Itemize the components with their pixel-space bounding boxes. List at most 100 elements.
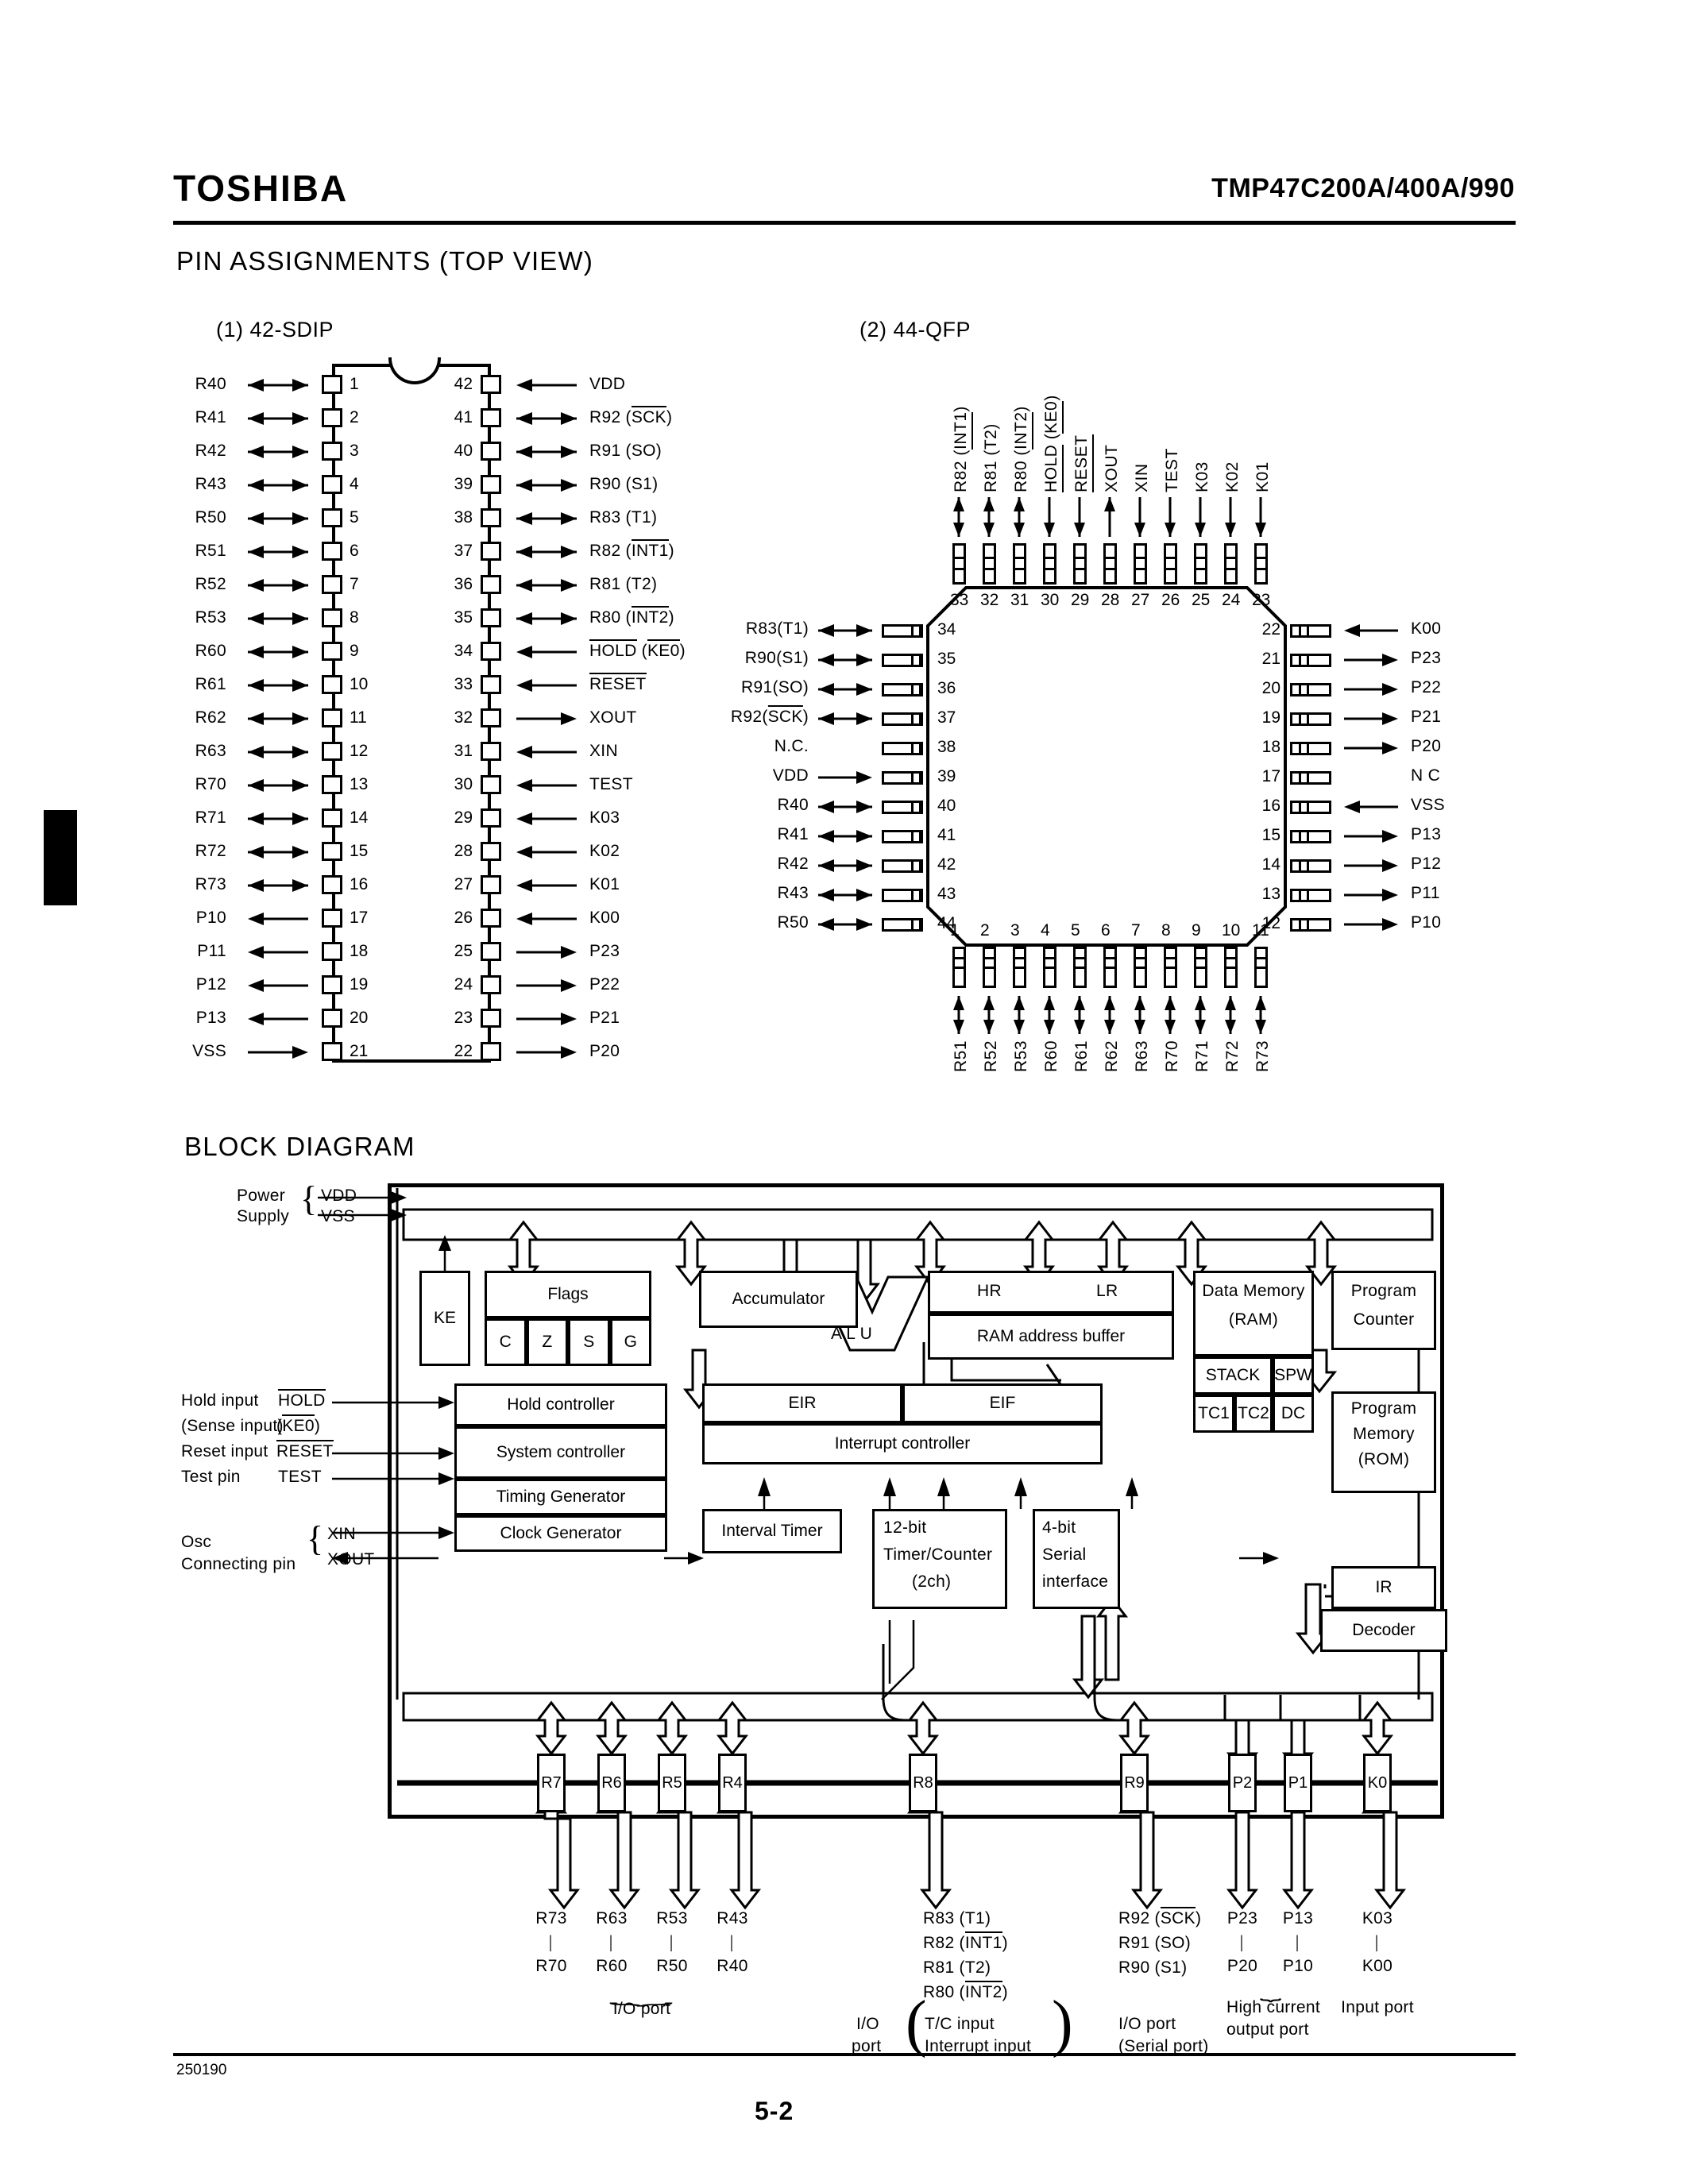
- sdip-pin-number: 35: [454, 608, 473, 627]
- qfp-lead: [882, 771, 923, 785]
- serial-label-3: interface: [1042, 1572, 1109, 1591]
- stack-box: STACK: [1193, 1356, 1273, 1395]
- header-rule: [173, 221, 1516, 225]
- qfp-pin-number: 11: [1252, 921, 1269, 940]
- p-group-tilde: │: [1238, 1935, 1247, 1951]
- sdip-arrow-R61: [246, 678, 310, 696]
- sdip-arrow-30: [515, 778, 578, 797]
- qfp-pin-label: R40: [777, 796, 809, 814]
- port-box-R7: R7: [537, 1754, 566, 1812]
- k-group-tilde: │: [1373, 1935, 1382, 1951]
- qfp-pin-label: K03: [1193, 461, 1211, 492]
- qfp-lead: [882, 712, 923, 726]
- sdip-arrow-R63: [246, 745, 310, 763]
- sdip-arrow-35: [515, 612, 578, 630]
- qfp-lead: [1134, 947, 1147, 988]
- qfp-pin-number: 27: [1131, 591, 1150, 609]
- sdip-arrow-R70: [246, 778, 310, 797]
- qfp-pin-number: 26: [1161, 591, 1180, 609]
- qfp-pin-label: R91(SO): [741, 678, 809, 696]
- qfp-arrow-b2: [982, 994, 996, 1040]
- qfp-pin-number: 35: [937, 650, 956, 668]
- sdip-pin-label: K02: [589, 842, 620, 860]
- tc1-box: TC1: [1193, 1395, 1234, 1433]
- qfp-pin-number: 5: [1071, 921, 1080, 940]
- qfp-arrow-41: [817, 829, 874, 847]
- interval-timer-box: Interval Timer: [702, 1509, 842, 1553]
- port-box-R9: R9: [1120, 1754, 1149, 1812]
- qfp-pin-label: R81 (T2): [982, 423, 1000, 492]
- sdip-lead: [481, 542, 501, 561]
- hr-label: HR: [977, 1282, 1002, 1300]
- qfp-arrow-b9: [1193, 994, 1207, 1040]
- qfp-lead: [1013, 543, 1026, 585]
- sdip-pin-number: 19: [350, 975, 369, 994]
- qfp-pin-label: R90(S1): [744, 649, 809, 667]
- toshiba-logo: TOSHIBA: [173, 168, 349, 209]
- sdip-pin-number: 28: [454, 842, 473, 860]
- qfp-arrow-b4: [1042, 994, 1056, 1040]
- sdip-arrow-R53: [246, 612, 310, 630]
- pin-group-bottom: R50: [656, 1957, 688, 1975]
- part-number-heading: TMP47C200A/400A/990: [1211, 173, 1515, 203]
- program-memory-label-3: (ROM): [1358, 1450, 1410, 1468]
- sdip-pin-label: R50: [195, 508, 226, 527]
- sdip-lead: [322, 909, 342, 928]
- qfp-pin-label: N C: [1411, 766, 1441, 785]
- dc-box: DC: [1273, 1395, 1314, 1433]
- r8-caption-tc: T/C input: [925, 2015, 995, 2033]
- qfp-arrow-39: [817, 770, 874, 789]
- qfp-pin-label: R72: [1223, 1040, 1242, 1073]
- qfp-pin-label: P12: [1411, 855, 1442, 873]
- qfp-arrow-33: [952, 496, 966, 542]
- sdip-lead: [322, 675, 342, 694]
- r8-paren-close: ): [1052, 1989, 1073, 2059]
- sdip-arrow-34: [515, 645, 578, 663]
- sdip-arrow-36: [515, 578, 578, 596]
- sdip-lead: [322, 808, 342, 828]
- vss-label: VSS: [321, 1207, 355, 1225]
- qfp-pin-number: 25: [1192, 591, 1211, 609]
- sdip-pin-number: 41: [454, 408, 473, 426]
- sdip-pin-number: 31: [454, 742, 473, 760]
- sdip-arrow-29: [515, 812, 578, 830]
- sdip-pin-label: R61: [195, 675, 226, 693]
- qfp-arrow-b11: [1253, 994, 1268, 1040]
- qfp-arrow-18: [1342, 741, 1400, 759]
- pin-group-bottom: R40: [717, 1957, 748, 1975]
- qfp-lead: [1043, 947, 1056, 988]
- qfp-pin-label: K02: [1223, 461, 1242, 492]
- sdip-pin-number: 5: [350, 508, 359, 527]
- qfp-pin-label: XOUT: [1103, 444, 1121, 492]
- sdip-arrow-32: [515, 712, 578, 730]
- qfp-lead: [1224, 947, 1238, 988]
- qfp-lead: [1290, 859, 1331, 873]
- qfp-arrow-35: [817, 653, 874, 671]
- qfp-pin-label: RESET: [1072, 434, 1091, 492]
- sdip-pin-label: P12: [195, 975, 226, 994]
- qfp-pin-label: R82 (INT1): [952, 406, 970, 492]
- sdip-pin-label: R92 (SCK): [589, 406, 673, 426]
- sdip-arrow-42: [515, 378, 578, 396]
- flag-bit-C: C: [485, 1318, 527, 1366]
- sdip-pin-number: 20: [350, 1009, 369, 1027]
- sdip-pin-number: 17: [350, 909, 369, 927]
- test-signal-label: TEST: [278, 1468, 322, 1486]
- qfp-pin-label: R51: [952, 1040, 970, 1073]
- qfp-pin-number: 19: [1261, 708, 1280, 727]
- qfp-pin-number: 31: [1010, 591, 1029, 609]
- power-supply-label-2: Supply: [237, 1207, 290, 1225]
- qfp-pin-number: 30: [1041, 591, 1060, 609]
- qfp-pin-label: VDD: [772, 766, 809, 785]
- qfp-pin-label: R83(T1): [745, 619, 809, 638]
- serial-label-1: 4-bit: [1042, 1518, 1076, 1537]
- flag-bit-S: S: [568, 1318, 610, 1366]
- sdip-arrow-P12: [246, 978, 310, 997]
- qfp-lead: [1103, 543, 1117, 585]
- timer-counter-label-3: (2ch): [912, 1572, 952, 1591]
- qfp-pin-number: 3: [1010, 921, 1020, 940]
- clock-generator-box: Clock Generator: [454, 1515, 667, 1552]
- qfp-pin-label: N.C.: [774, 737, 809, 755]
- qfp-pin-label: P20: [1411, 737, 1442, 755]
- sdip-lead: [481, 508, 501, 527]
